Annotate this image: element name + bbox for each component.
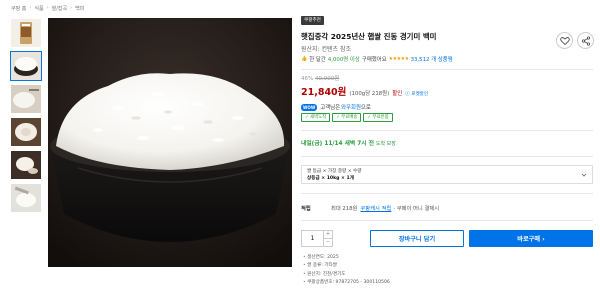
wow-text: 고객님은: [320, 105, 341, 111]
quantity-decrease-button[interactable]: −: [324, 238, 332, 246]
detail-production-year: 생산연도: 2025: [303, 254, 390, 262]
thumbnail-rice-spoon[interactable]: [11, 85, 41, 113]
option-header: 쌀 등급 × 가장 중량 × 수량: [307, 169, 362, 174]
price-block: 46% 40,900원 21,840원 (100g당 218원) 할인 ⓘ 로켓…: [301, 74, 428, 98]
coupang-cash-link[interactable]: 쿠팡캐시 적립: [360, 204, 391, 212]
purchase-suffix: 구매했어요: [361, 57, 387, 63]
review-count-link[interactable]: 33,512 개 상품평: [411, 55, 453, 63]
heart-icon: [559, 36, 570, 45]
share-button[interactable]: [577, 32, 594, 49]
origin-info: 원산지: 컨텐츠 참조: [301, 44, 351, 53]
delivery-date: 내일(금) 11/14 새벽 7시 전: [301, 141, 374, 147]
quantity-increase-button[interactable]: +: [324, 231, 332, 238]
divider: [301, 156, 593, 157]
divider: [301, 69, 593, 70]
current-price: 21,840원: [301, 87, 347, 98]
thumbnail-rice-grain[interactable]: [11, 151, 41, 179]
breadcrumb-item-food[interactable]: 식품: [34, 5, 43, 12]
benefit-free-shipping: ✓ 무료배송: [332, 113, 362, 122]
detail-origin: 원산지: 진천/경기도: [303, 271, 390, 279]
wow-member-row: WOW 고객님은 와우회원 으로: [301, 103, 371, 111]
recommend-badge: 쿠팡추천: [301, 16, 324, 25]
divider: [301, 220, 593, 221]
thumbs-up-icon: 👍: [301, 56, 308, 62]
main-product-image[interactable]: [48, 18, 292, 267]
breadcrumb-separator: ›: [29, 5, 32, 11]
breadcrumb-separator: ›: [46, 5, 49, 11]
wow-member-link[interactable]: 와우회원: [341, 103, 361, 111]
share-icon: [581, 35, 590, 46]
breadcrumb-separator: ›: [70, 5, 73, 11]
quantity-value[interactable]: 1: [302, 231, 323, 246]
benefit-tags: ✓ 새벽도착 ✓ 무료배송 ✓ 무료반품: [301, 113, 393, 122]
origin-label: 원산지:: [301, 46, 320, 53]
reward-condition: · 쿠페이 머니 결제시: [393, 206, 440, 212]
thumbnail-list: [10, 19, 43, 217]
discount-rate: 46%: [301, 76, 314, 82]
thumbnail-rice-bowl[interactable]: [10, 51, 42, 81]
add-to-cart-button[interactable]: 장바구니 담기: [370, 230, 464, 247]
quantity-buttons: + −: [323, 231, 332, 246]
wishlist-button[interactable]: [556, 32, 573, 49]
option-selected-value: 상등급 × 10kg × 1개: [307, 176, 354, 181]
product-title: 햇집중각 2025년산 햅쌀 진동 경기미 백미: [301, 32, 437, 41]
divider: [301, 193, 593, 194]
divider: [301, 130, 593, 131]
rocket-discount-info[interactable]: ⓘ 로켓할인: [405, 91, 428, 97]
benefit-free-return: ✓ 무료반품: [363, 113, 393, 122]
reward-amount: 최대 218원: [331, 206, 358, 212]
option-selector[interactable]: 쌀 등급 × 가장 중량 × 수량 상등급 × 10kg × 1개: [301, 165, 593, 184]
original-price: 40,900원: [314, 76, 340, 82]
discount-row: 46% 40,900원: [301, 74, 428, 82]
thumbnail-rice-scoop[interactable]: [11, 184, 41, 212]
purchase-period: 한 달간: [309, 57, 326, 63]
detail-product-number: 쿠팡상품번호: 97872705 - 300110506: [303, 279, 390, 287]
rating-row: 👍 한 달간 4,000명 이상 구매했어요 ★★★★★ 33,512 개 상품…: [301, 55, 453, 63]
chevron-down-icon: [581, 173, 587, 177]
detail-rice-type: 쌀 종류: 기타쌀: [303, 262, 390, 270]
product-details-list: 생산연도: 2025 쌀 종류: 기타쌀 원산지: 진천/경기도 쿠팡상품번호:…: [303, 254, 390, 287]
origin-value: 컨텐츠 참조: [321, 46, 352, 53]
buy-now-button[interactable]: 바로구매 ›: [469, 230, 593, 247]
star-rating: ★★★★★: [388, 56, 409, 62]
unit-price: (100g당 218원): [349, 91, 390, 97]
purchase-count: 4,000명 이상: [327, 57, 360, 63]
thumbnail-rice-bag[interactable]: [11, 19, 41, 47]
breadcrumb-item-white-rice[interactable]: 백미: [75, 5, 84, 12]
breadcrumb: 쿠팡 홈 › 식품 › 쌀/잡곡 › 백미: [11, 3, 84, 13]
breadcrumb-item-rice-grain[interactable]: 쌀/잡곡: [52, 5, 68, 12]
reward-label: 적립: [301, 206, 311, 212]
wow-badge: WOW: [301, 103, 318, 111]
cash-reward-row: 적립 최대 218원 쿠팡캐시 적립 · 쿠페이 머니 결제시: [301, 204, 439, 212]
price-row: 21,840원 (100g당 218원) 할인 ⓘ 로켓할인: [301, 84, 428, 98]
thumbnail-rice-close[interactable]: [11, 118, 41, 146]
quantity-stepper[interactable]: 1 + −: [301, 230, 333, 247]
wow-text-suffix: 으로: [360, 105, 371, 111]
breadcrumb-item-home[interactable]: 쿠팡 홈: [11, 5, 26, 12]
sale-label: 할인: [392, 91, 403, 97]
delivery-info: 내일(금) 11/14 새벽 7시 전 도착 보장: [301, 138, 396, 147]
delivery-guarantee: 도착 보장: [375, 141, 396, 147]
benefit-dawn-delivery: ✓ 새벽도착: [301, 113, 331, 122]
